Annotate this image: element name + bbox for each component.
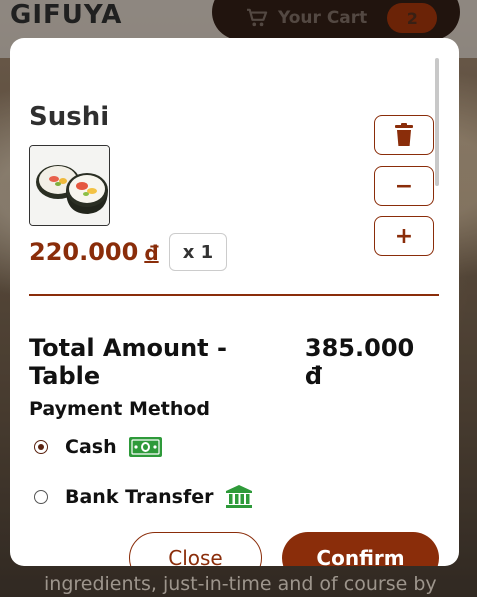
item-price-currency: đ [144, 241, 159, 265]
payment-option-cash[interactable]: Cash [34, 436, 162, 458]
cash-radio[interactable] [34, 440, 48, 454]
confirm-button[interactable]: Confirm [282, 532, 439, 566]
item-price-value: 220.000 [29, 238, 139, 266]
increase-quantity-button[interactable]: + [374, 216, 434, 256]
item-price: 220.000 đ [29, 238, 159, 266]
total-amount-label: Total Amount - Table [29, 334, 227, 390]
item-quantity: x 1 [169, 233, 227, 271]
total-amount-row: Total Amount - Table 385.000 đ [29, 334, 439, 390]
payment-method-title: Payment Method [29, 398, 211, 420]
close-button[interactable]: Close [129, 532, 262, 566]
item-name: Sushi [29, 102, 110, 132]
cart-modal: Sushi 220.000 đ x 1 − + Total Amount - T… [10, 38, 459, 566]
trash-icon [395, 123, 413, 146]
total-amount-value: 385.000 đ [304, 334, 415, 390]
decrease-quantity-button[interactable]: − [374, 166, 434, 206]
payment-option-label: Cash [65, 436, 117, 458]
payment-option-bank-transfer[interactable]: Bank Transfer [34, 485, 252, 509]
payment-option-label: Bank Transfer [65, 486, 214, 508]
sushi-roll-icon [30, 146, 109, 225]
bank-transfer-radio[interactable] [34, 490, 48, 504]
delete-item-button[interactable] [374, 115, 434, 155]
cash-icon [128, 437, 162, 457]
bank-icon [225, 485, 252, 509]
modal-scrollbar[interactable] [435, 58, 439, 186]
item-image [29, 145, 110, 226]
section-divider [29, 294, 439, 296]
